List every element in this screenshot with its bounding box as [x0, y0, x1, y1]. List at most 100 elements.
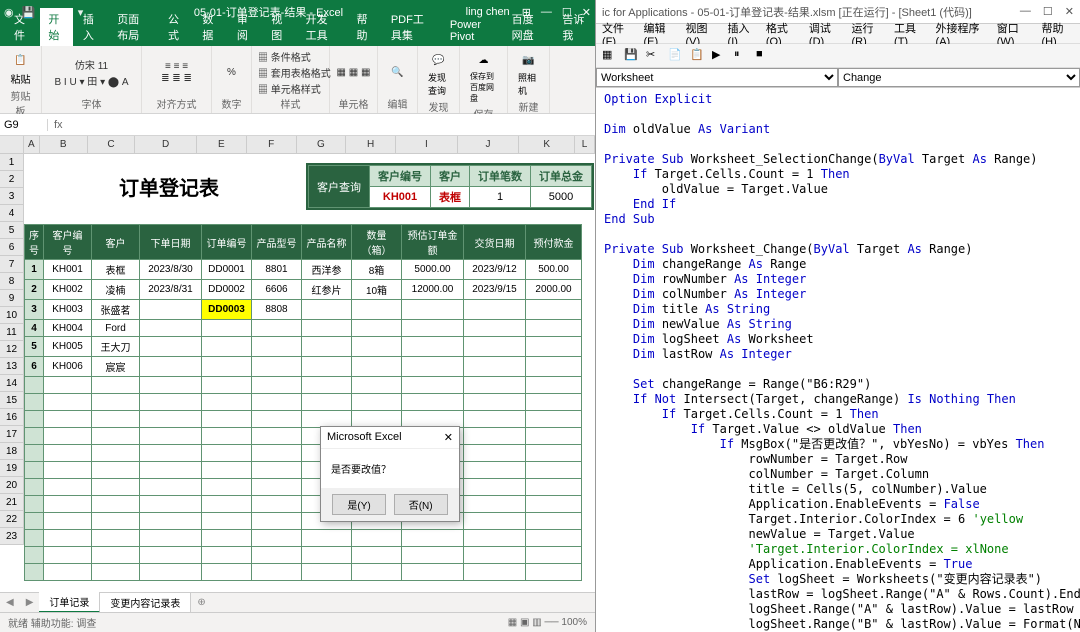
qat-more-icon[interactable]: ▾	[78, 6, 84, 19]
table-cell[interactable]	[44, 411, 92, 428]
table-cell[interactable]	[44, 377, 92, 394]
view-excel-icon[interactable]: ▦	[602, 48, 618, 64]
table-cell[interactable]	[252, 357, 302, 377]
procedure-dropdown[interactable]: Change	[838, 68, 1080, 87]
conditional-format[interactable]: ▦ 条件格式	[258, 49, 311, 64]
column-header[interactable]: J	[458, 136, 520, 153]
table-cell[interactable]	[464, 428, 526, 445]
table-cell[interactable]	[92, 564, 140, 581]
table-cell[interactable]	[352, 357, 402, 377]
table-cell[interactable]	[92, 513, 140, 530]
table-cell[interactable]	[402, 530, 464, 547]
table-cell[interactable]: DD0001	[202, 260, 252, 280]
table-cell[interactable]	[252, 411, 302, 428]
sheet-nav-next-icon[interactable]: ▶	[20, 597, 40, 608]
table-cell[interactable]	[526, 300, 582, 320]
table-cell[interactable]	[252, 320, 302, 337]
table-cell[interactable]	[25, 377, 44, 394]
table-cell[interactable]	[526, 479, 582, 496]
table-header[interactable]: 序号	[25, 225, 44, 260]
table-cell[interactable]	[302, 547, 352, 564]
table-cell[interactable]	[464, 411, 526, 428]
table-cell[interactable]	[92, 394, 140, 411]
table-cell[interactable]: 凌楠	[92, 280, 140, 300]
ribbon-tab[interactable]: 公式	[160, 8, 192, 46]
table-cell[interactable]: 西洋参	[302, 260, 352, 280]
table-cell[interactable]	[302, 337, 352, 357]
table-cell[interactable]	[352, 547, 402, 564]
ribbon-tab[interactable]: 告诉我	[554, 8, 595, 46]
camera-button[interactable]: 📷照相机	[514, 48, 543, 99]
paste-icon[interactable]: 📋	[690, 48, 706, 64]
table-cell[interactable]	[464, 320, 526, 337]
table-cell[interactable]	[44, 513, 92, 530]
cells-buttons[interactable]: ▦ ▦ ▦	[336, 48, 371, 96]
row-header[interactable]: 6	[0, 239, 24, 256]
table-cell[interactable]	[302, 320, 352, 337]
table-cell[interactable]: 宸宸	[92, 357, 140, 377]
number-format[interactable]: %	[218, 48, 245, 96]
table-cell[interactable]	[92, 411, 140, 428]
find-query-button[interactable]: 💬发现查询	[424, 48, 453, 99]
table-cell[interactable]	[526, 377, 582, 394]
table-cell[interactable]	[302, 357, 352, 377]
row-header[interactable]: 11	[0, 324, 24, 341]
row-header[interactable]: 20	[0, 477, 24, 494]
table-cell[interactable]	[44, 428, 92, 445]
ribbon-tab[interactable]: 开发工具	[298, 8, 347, 46]
table-cell[interactable]: 2023/9/15	[464, 280, 526, 300]
table-cell[interactable]	[140, 564, 202, 581]
table-cell[interactable]	[352, 530, 402, 547]
table-cell[interactable]	[25, 530, 44, 547]
table-header[interactable]: 预估订单金额	[402, 225, 464, 260]
table-cell[interactable]	[25, 428, 44, 445]
table-cell[interactable]	[140, 300, 202, 320]
table-cell[interactable]	[202, 357, 252, 377]
ribbon-tab[interactable]: 数据	[194, 8, 226, 46]
table-cell[interactable]	[352, 337, 402, 357]
table-cell[interactable]	[526, 462, 582, 479]
table-cell[interactable]	[202, 530, 252, 547]
msgbox-yes-button[interactable]: 是(Y)	[332, 494, 385, 515]
table-cell[interactable]	[44, 462, 92, 479]
run-icon[interactable]: ▶	[712, 48, 728, 64]
table-cell[interactable]	[92, 428, 140, 445]
column-header[interactable]: G	[297, 136, 347, 153]
code-editor[interactable]: Option Explicit Dim oldValue As Variant …	[596, 88, 1080, 632]
table-cell[interactable]	[202, 394, 252, 411]
table-cell[interactable]	[526, 530, 582, 547]
alignment-buttons[interactable]: ≡ ≡ ≡ ≣ ≣ ≣	[148, 48, 205, 96]
table-cell[interactable]	[140, 530, 202, 547]
sheet-tab[interactable]: 订单记录	[39, 592, 100, 613]
row-header[interactable]: 15	[0, 392, 24, 409]
column-header[interactable]: I	[396, 136, 458, 153]
autosave-icon[interactable]: ◉	[4, 6, 14, 19]
table-cell[interactable]	[252, 479, 302, 496]
row-header[interactable]: 2	[0, 171, 24, 188]
table-cell[interactable]	[402, 300, 464, 320]
save-icon[interactable]: 💾	[624, 48, 640, 64]
table-cell[interactable]: 8808	[252, 300, 302, 320]
new-sheet-icon[interactable]: ⊕	[191, 597, 211, 608]
row-header[interactable]: 23	[0, 528, 24, 545]
table-cell[interactable]: 2	[25, 280, 44, 300]
table-cell[interactable]	[526, 394, 582, 411]
table-cell[interactable]	[402, 411, 464, 428]
table-cell[interactable]	[464, 445, 526, 462]
font-name-selector[interactable]: 仿宋	[75, 61, 95, 72]
table-header[interactable]: 客户	[92, 225, 140, 260]
table-cell[interactable]: 2000.00	[526, 280, 582, 300]
table-cell[interactable]	[92, 547, 140, 564]
query-value[interactable]: KH001	[370, 187, 431, 208]
msgbox-no-button[interactable]: 否(N)	[394, 494, 448, 515]
table-cell[interactable]: KH005	[44, 337, 92, 357]
row-header[interactable]: 18	[0, 443, 24, 460]
redo-icon[interactable]: ↷	[61, 6, 70, 19]
table-cell[interactable]	[464, 300, 526, 320]
ribbon-tab[interactable]: PDF工具集	[383, 8, 440, 46]
table-cell[interactable]	[92, 462, 140, 479]
table-cell[interactable]	[464, 462, 526, 479]
table-header[interactable]: 产品名称	[302, 225, 352, 260]
table-cell[interactable]: KH001	[44, 260, 92, 280]
table-cell[interactable]	[302, 564, 352, 581]
